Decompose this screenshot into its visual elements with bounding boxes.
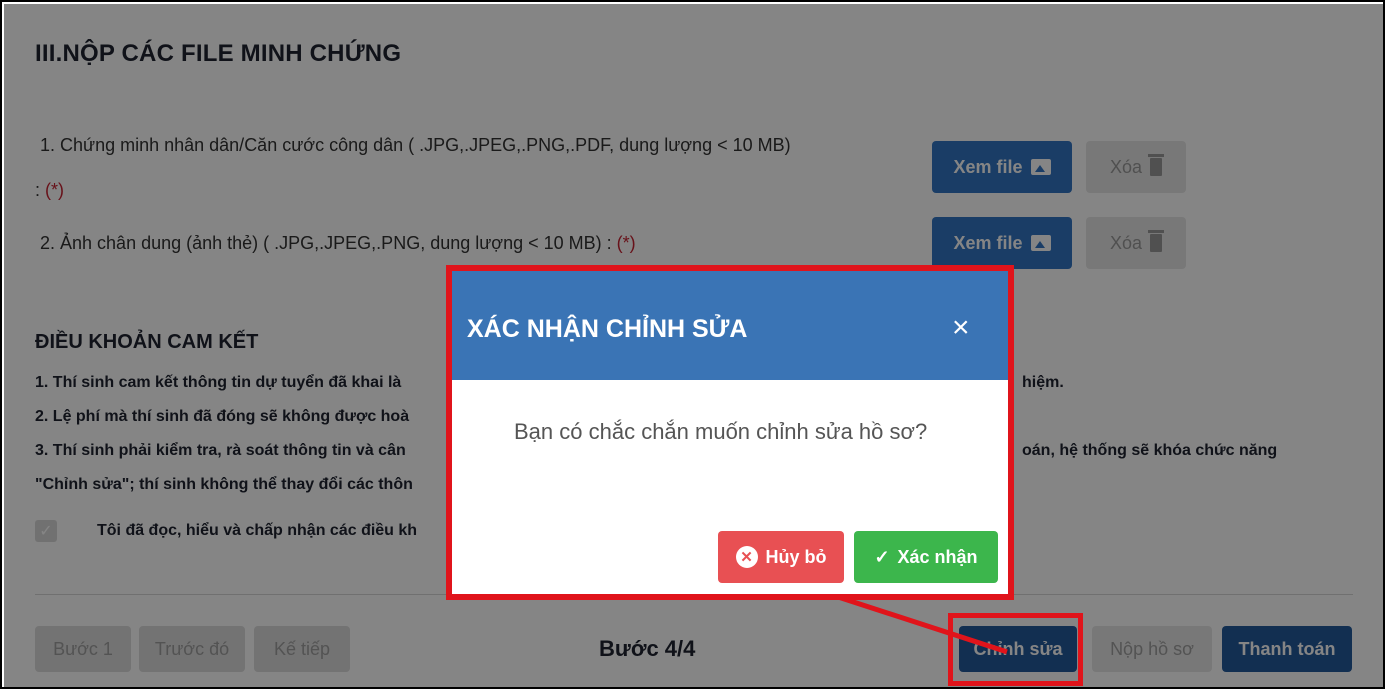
cancel-label: Hủy bỏ [765,546,827,567]
confirm-edit-modal: XÁC NHẬN CHỈNH SỬA × Bạn có chắc chắn mu… [446,265,1014,600]
x-circle-icon: ✕ [735,546,758,568]
check-icon: ✓ [874,546,890,567]
confirm-label: Xác nhận [897,546,978,567]
annotation-highlight-edit [948,613,1083,686]
confirm-button[interactable]: ✓ Xác nhận [854,531,998,583]
cancel-button[interactable]: ✕ Hủy bỏ [718,531,844,583]
modal-title: XÁC NHẬN CHỈNH SỬA [467,315,748,343]
close-icon[interactable]: × [952,313,970,343]
modal-message: Bạn có chắc chắn muốn chỉnh sửa hồ sơ? [514,419,928,444]
page-frame: III.NỘP CÁC FILE MINH CHỨNG 1. Chứng min… [0,0,1385,689]
modal-header: XÁC NHẬN CHỈNH SỬA × [452,271,1008,380]
